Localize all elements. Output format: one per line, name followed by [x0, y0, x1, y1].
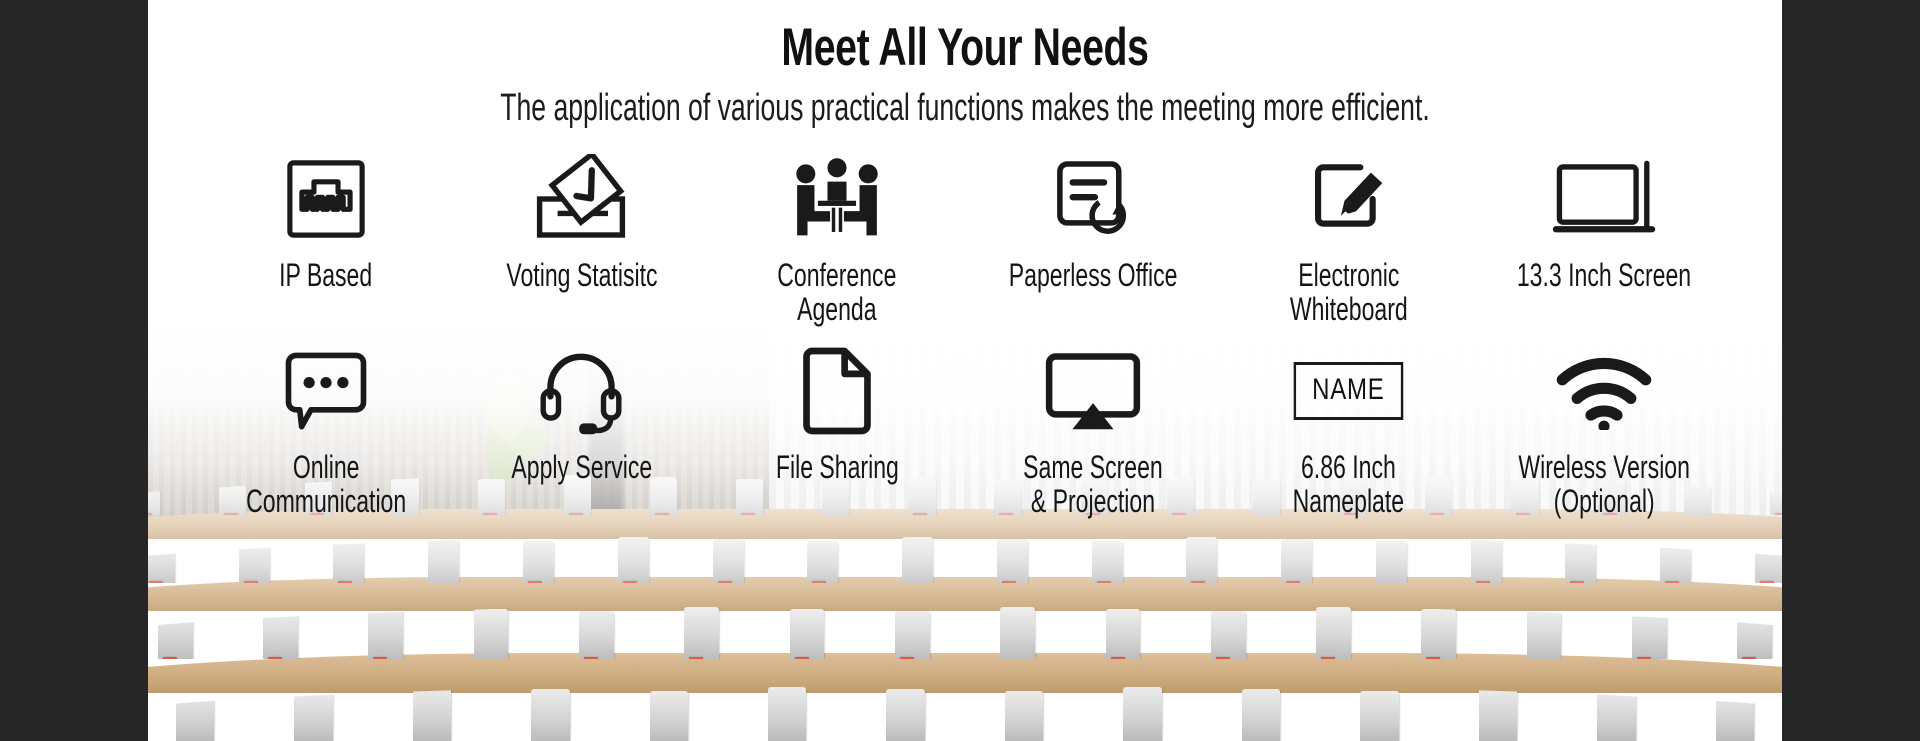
- feature-item[interactable]: Electronic Whiteboard: [1221, 151, 1477, 327]
- speech-bubble-dots-icon: [278, 343, 374, 439]
- wifi-icon: [1553, 343, 1655, 439]
- feature-grid-row-1: IP Based Voting Statisitc Conference Age…: [198, 151, 1732, 327]
- feature-item[interactable]: Paperless Office: [965, 151, 1221, 327]
- feature-label: 13.3 Inch Screen: [1517, 257, 1692, 294]
- file-page-icon: [797, 343, 877, 439]
- headset-icon: [536, 343, 626, 439]
- document-refresh-icon: [1047, 151, 1139, 247]
- feature-item[interactable]: IP Based: [198, 151, 454, 327]
- feature-item[interactable]: Wireless Version (Optional): [1476, 343, 1732, 519]
- feature-label: 6.86 Inch Nameplate: [1292, 449, 1405, 520]
- page-title: Meet All Your Needs: [781, 18, 1149, 77]
- feature-item[interactable]: 13.3 Inch Screen: [1476, 151, 1732, 327]
- meeting-people-icon: [785, 151, 889, 247]
- pencil-board-icon: [1302, 151, 1394, 247]
- feature-label: Online Communication: [245, 449, 406, 520]
- feature-label: Paperless Office: [1008, 257, 1178, 294]
- feature-item[interactable]: Conference Agenda: [709, 151, 965, 327]
- nameplate-text: NAME: [1293, 362, 1404, 421]
- feature-item[interactable]: Apply Service: [454, 343, 710, 519]
- feature-grid-row-2: Online Communication Apply Service File …: [198, 343, 1732, 519]
- monitor-screen-icon: [1550, 151, 1658, 247]
- screen-cast-icon: [1041, 343, 1145, 439]
- feature-label: Voting Statisitc: [505, 257, 658, 294]
- feature-label: Conference Agenda: [777, 257, 897, 328]
- feature-item[interactable]: File Sharing: [709, 343, 965, 519]
- ballot-box-check-icon: [527, 151, 635, 247]
- feature-item[interactable]: Online Communication: [198, 343, 454, 519]
- feature-label: Same Screen & Projection: [1023, 449, 1163, 520]
- feature-label: Electronic Whiteboard: [1289, 257, 1408, 328]
- feature-label: Wireless Version (Optional): [1518, 449, 1690, 520]
- feature-item[interactable]: Same Screen & Projection: [965, 343, 1221, 519]
- page-subtitle: The application of various practical fun…: [500, 86, 1430, 129]
- feature-label: File Sharing: [775, 449, 899, 486]
- nameplate-icon: NAME: [1280, 343, 1417, 439]
- letterbox-bar-left: [0, 0, 148, 741]
- feature-label: Apply Service: [511, 449, 652, 486]
- feature-item[interactable]: Voting Statisitc: [454, 151, 710, 327]
- letterbox-bar-right: [1782, 0, 1920, 741]
- feature-item[interactable]: NAME 6.86 Inch Nameplate: [1221, 343, 1477, 519]
- feature-label: IP Based: [279, 257, 373, 294]
- banner-content: Meet All Your Needs The application of v…: [148, 0, 1782, 741]
- screenshot-stage: Meet All Your Needs The application of v…: [0, 0, 1920, 741]
- content-panel: Meet All Your Needs The application of v…: [148, 0, 1782, 741]
- ethernet-port-icon: [283, 151, 369, 247]
